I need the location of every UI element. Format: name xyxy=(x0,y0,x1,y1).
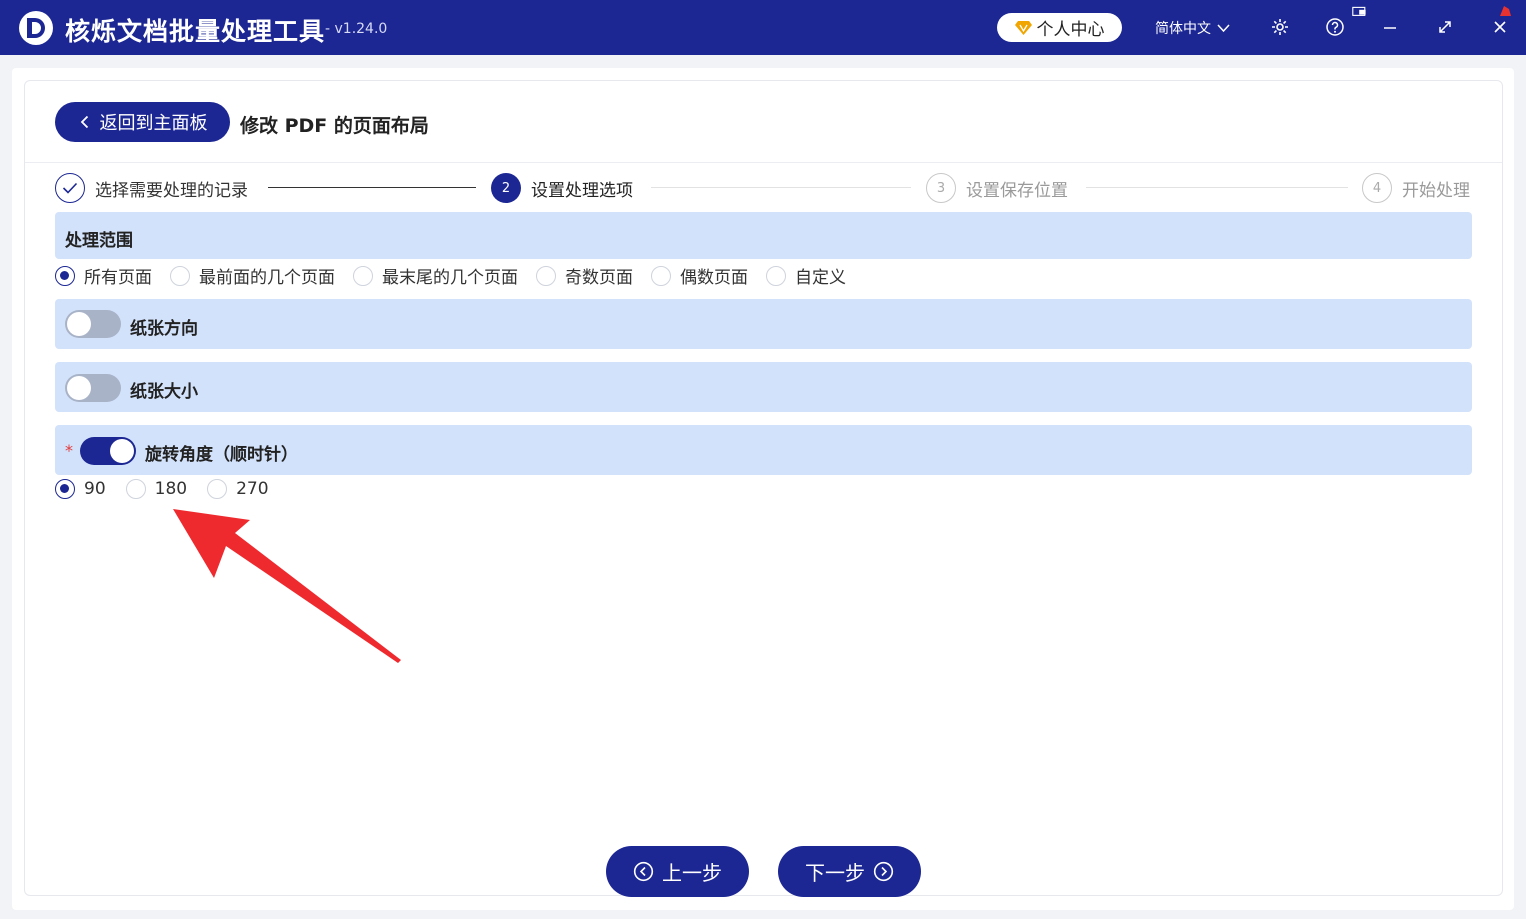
radio-label: 自定义 xyxy=(795,268,846,288)
range-section-title: 处理范围 xyxy=(65,231,133,251)
range-option-custom[interactable]: 自定义 xyxy=(766,263,846,288)
range-section-header: 处理范围 xyxy=(55,212,1472,259)
step-save-location: 3 设置保存位置 xyxy=(926,173,1068,203)
notification-badge-icon xyxy=(1497,3,1513,17)
radio-label: 180 xyxy=(154,479,188,499)
chevron-left-icon xyxy=(80,115,88,129)
help-icon[interactable] xyxy=(1323,15,1347,39)
rotation-radio-group: 90 180 270 xyxy=(55,479,287,499)
orientation-section: 纸张方向 xyxy=(55,299,1472,349)
radio-label: 最前面的几个页面 xyxy=(199,268,335,288)
app-version: - v1.24.0 xyxy=(325,21,388,37)
step-number: 2 xyxy=(491,173,521,203)
rotation-option-90[interactable]: 90 xyxy=(55,479,106,499)
title-bar: 核烁文档批量处理工具 - v1.24.0 个人中心 简体中文 xyxy=(0,0,1526,55)
radio-icon xyxy=(55,479,75,499)
check-icon xyxy=(55,173,85,203)
radio-label: 所有页面 xyxy=(84,268,152,288)
range-option-first-pages[interactable]: 最前面的几个页面 xyxy=(170,263,335,288)
range-option-odd-pages[interactable]: 奇数页面 xyxy=(536,263,633,288)
radio-icon xyxy=(536,265,556,286)
previous-step-button[interactable]: 上一步 xyxy=(606,846,749,897)
step-set-options: 2 设置处理选项 xyxy=(491,173,633,203)
app-title: 核烁文档批量处理工具 xyxy=(65,17,326,46)
diamond-icon xyxy=(1014,20,1032,35)
step-start-processing: 4 开始处理 xyxy=(1362,173,1470,203)
step-number: 3 xyxy=(926,173,956,203)
step-connector xyxy=(1086,187,1348,188)
required-mark: * xyxy=(65,441,73,460)
radio-icon xyxy=(55,265,75,286)
step-connector xyxy=(651,187,911,188)
feedback-monitor-icon[interactable] xyxy=(1349,4,1371,22)
rotation-section: 旋转角度（顺时针） xyxy=(55,425,1472,475)
annotation-arrow-icon xyxy=(173,509,401,663)
step-number: 4 xyxy=(1362,173,1392,203)
radio-icon xyxy=(766,265,786,286)
rotation-option-270[interactable]: 270 xyxy=(207,479,269,499)
radio-label: 偶数页面 xyxy=(680,268,748,288)
radio-label: 最末尾的几个页面 xyxy=(382,268,518,288)
header-divider xyxy=(25,162,1502,163)
circle-chevron-right-icon xyxy=(873,861,894,882)
page-title: 修改 PDF 的页面布局 xyxy=(240,115,429,137)
close-icon[interactable] xyxy=(1488,15,1512,39)
range-option-all-pages[interactable]: 所有页面 xyxy=(55,263,152,288)
next-step-button[interactable]: 下一步 xyxy=(778,846,921,897)
radio-label: 270 xyxy=(236,479,269,499)
settings-gear-icon[interactable] xyxy=(1268,15,1292,39)
step-select-records: 选择需要处理的记录 xyxy=(55,173,248,203)
step-label: 选择需要处理的记录 xyxy=(95,180,248,201)
radio-label: 90 xyxy=(84,479,106,499)
paper-size-toggle[interactable] xyxy=(65,374,121,402)
app-logo-icon xyxy=(19,11,53,45)
step-label: 设置保存位置 xyxy=(966,180,1068,201)
circle-chevron-left-icon xyxy=(633,861,654,882)
paper-size-section: 纸张大小 xyxy=(55,362,1472,412)
radio-label: 奇数页面 xyxy=(565,268,633,288)
range-radio-group: 所有页面 最前面的几个页面 最末尾的几个页面 奇数页面 偶数页面 自定义 xyxy=(55,263,864,288)
paper-size-title: 纸张大小 xyxy=(130,382,198,402)
step-label: 开始处理 xyxy=(1402,180,1470,201)
rotation-option-180[interactable]: 180 xyxy=(125,479,188,499)
maximize-icon[interactable] xyxy=(1433,15,1457,39)
radio-icon xyxy=(353,265,373,286)
personal-center-button[interactable]: 个人中心 xyxy=(997,13,1122,42)
radio-icon xyxy=(651,265,671,286)
chevron-down-icon xyxy=(1217,23,1230,32)
radio-icon xyxy=(207,479,228,499)
step-connector xyxy=(268,187,476,188)
rotation-toggle[interactable] xyxy=(80,437,136,465)
rotation-title: 旋转角度（顺时针） xyxy=(145,445,298,465)
previous-step-label: 上一步 xyxy=(662,861,722,885)
range-option-last-pages[interactable]: 最末尾的几个页面 xyxy=(353,263,518,288)
orientation-toggle[interactable] xyxy=(65,310,121,338)
language-selector[interactable]: 简体中文 xyxy=(1155,18,1230,38)
back-button-label: 返回到主面板 xyxy=(99,113,208,134)
step-label: 设置处理选项 xyxy=(531,180,633,201)
back-to-dashboard-button[interactable]: 返回到主面板 xyxy=(55,102,230,142)
language-label: 简体中文 xyxy=(1155,21,1211,37)
radio-icon xyxy=(125,479,146,499)
minimize-icon[interactable] xyxy=(1378,15,1402,39)
orientation-title: 纸张方向 xyxy=(130,319,198,339)
personal-center-label: 个人中心 xyxy=(1036,20,1105,40)
radio-icon xyxy=(170,265,190,286)
next-step-label: 下一步 xyxy=(805,861,865,885)
range-option-even-pages[interactable]: 偶数页面 xyxy=(651,263,748,288)
